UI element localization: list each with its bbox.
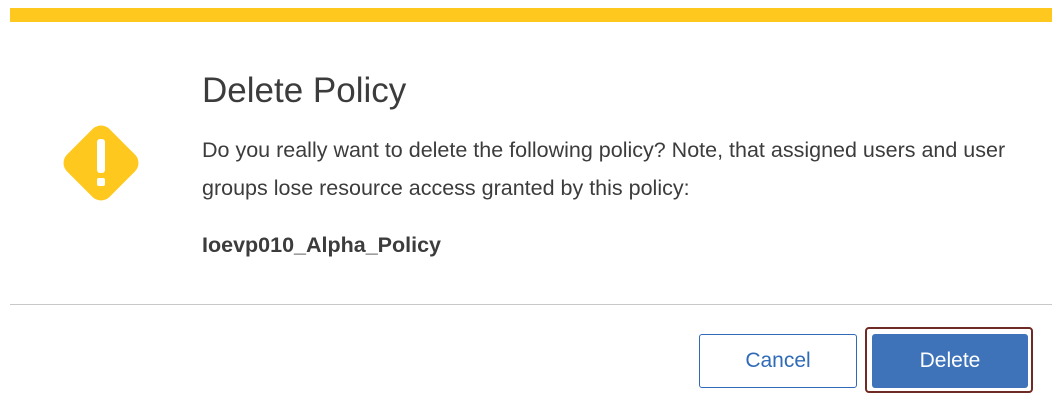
cancel-button[interactable]: Cancel	[699, 334, 857, 388]
dialog-title: Delete Policy	[202, 71, 407, 110]
delete-button[interactable]: Delete	[872, 334, 1028, 388]
dialog-divider	[10, 304, 1052, 305]
dialog-message: Do you really want to delete the followi…	[202, 138, 1006, 200]
delete-policy-dialog: Delete Policy Do you really want to dele…	[0, 0, 1052, 393]
warning-icon	[63, 125, 139, 201]
dialog-accent-bar	[10, 8, 1052, 22]
policy-name: Ioevp010_Alpha_Policy	[202, 233, 441, 257]
